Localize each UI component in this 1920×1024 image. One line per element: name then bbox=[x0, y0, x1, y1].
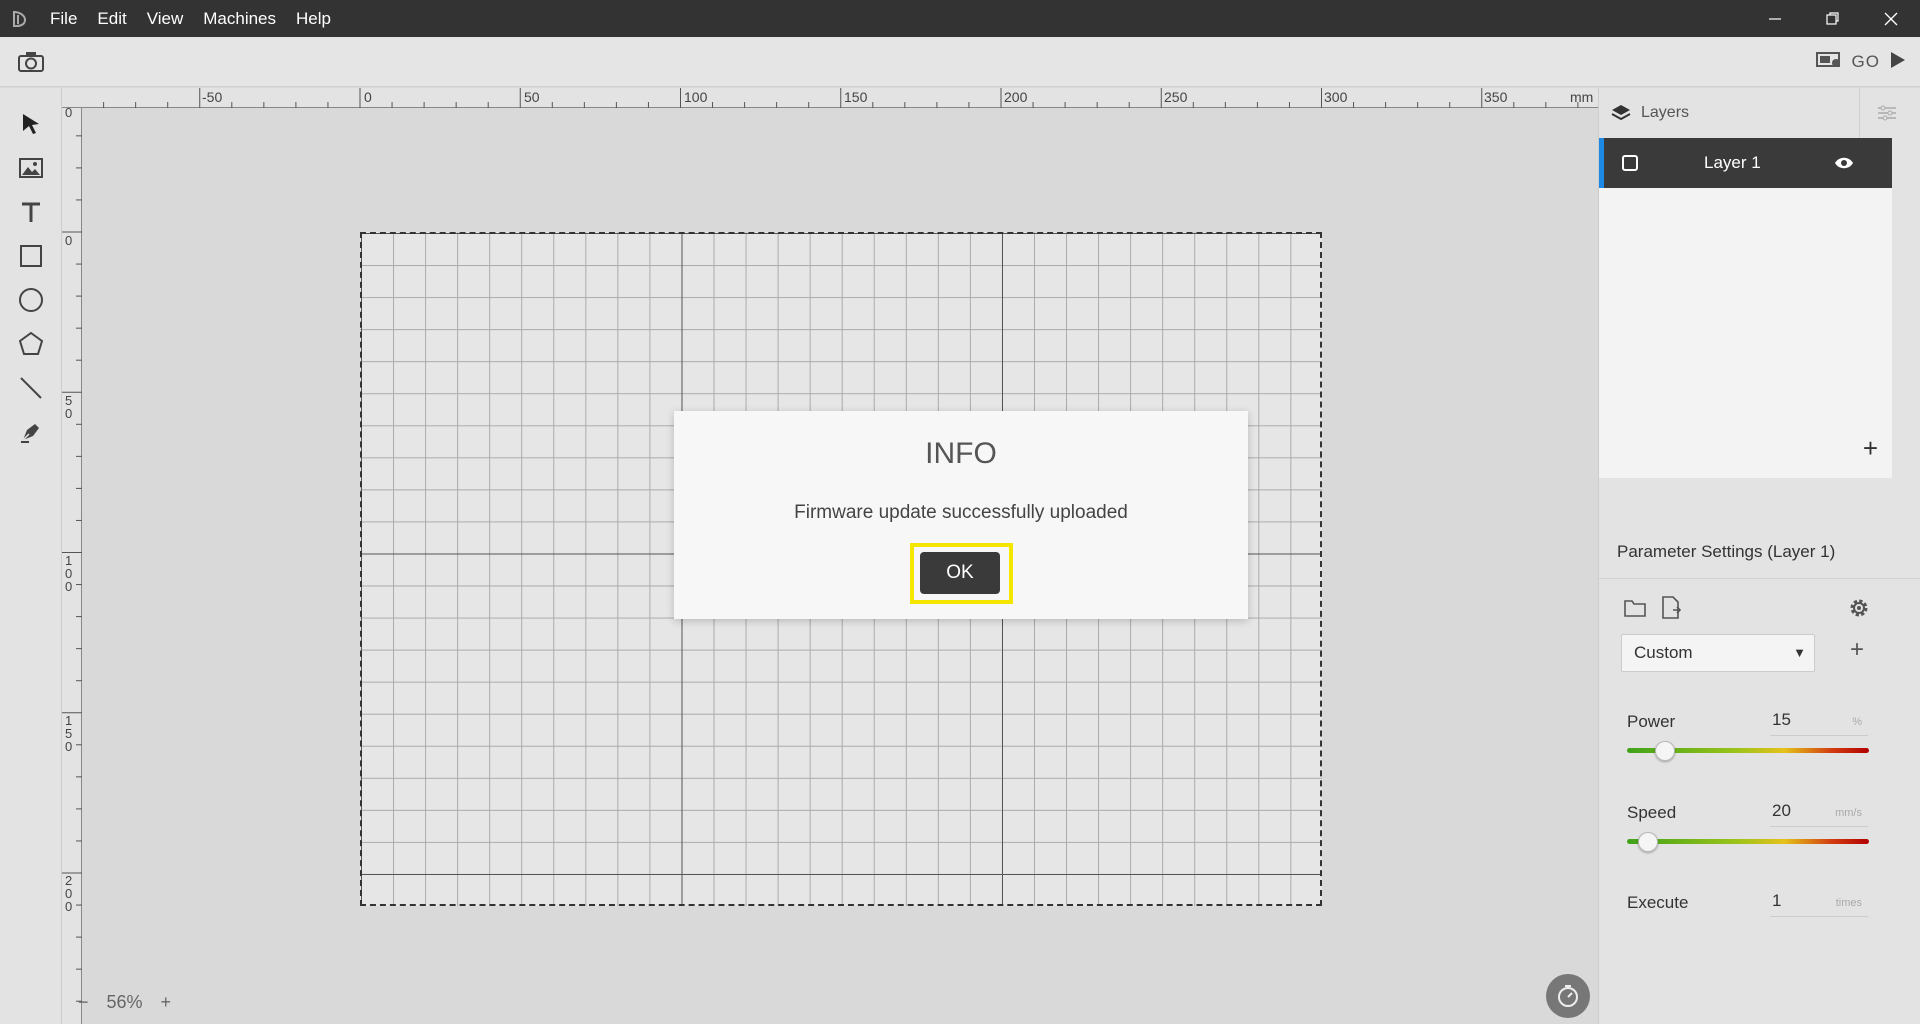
ok-button[interactable]: OK bbox=[920, 552, 1000, 594]
ellipse-icon[interactable] bbox=[13, 282, 49, 318]
add-preset-button[interactable]: + bbox=[1850, 636, 1864, 664]
menu-help[interactable]: Help bbox=[286, 0, 341, 37]
ruler-label: -50 bbox=[202, 89, 223, 105]
preset-value: Custom bbox=[1634, 643, 1693, 662]
add-layer-button[interactable]: + bbox=[1863, 433, 1878, 464]
layers-title: Layers bbox=[1641, 104, 1690, 121]
ruler-label: 350 bbox=[1484, 89, 1508, 105]
camera-icon[interactable] bbox=[16, 49, 46, 75]
execute-input[interactable]: 1 times bbox=[1770, 891, 1868, 917]
polygon-icon[interactable] bbox=[13, 326, 49, 362]
line-icon[interactable] bbox=[13, 370, 49, 406]
ruler-unit: mm bbox=[1570, 89, 1594, 105]
ruler-label: 100 bbox=[684, 89, 708, 105]
menu-machines[interactable]: Machines bbox=[193, 0, 286, 37]
info-dialog: INFO Firmware update successfully upload… bbox=[674, 411, 1248, 619]
horizontal-ruler-ticks bbox=[103, 88, 1579, 108]
play-icon[interactable] bbox=[1890, 51, 1906, 74]
go-controls: GO bbox=[1815, 49, 1906, 75]
power-label: Power bbox=[1627, 712, 1676, 731]
layer-name: Layer 1 bbox=[1704, 153, 1761, 172]
menu-view[interactable]: View bbox=[137, 0, 194, 37]
rectangle-icon[interactable] bbox=[13, 238, 49, 274]
power-value: 15 bbox=[1772, 710, 1791, 729]
right-panel: Layers Layer 1 + Parameter Settings (Lay… bbox=[1598, 88, 1920, 1024]
power-unit: % bbox=[1852, 716, 1862, 728]
power-input[interactable]: 15 % bbox=[1770, 710, 1868, 736]
zoom-in-button[interactable]: + bbox=[161, 992, 172, 1013]
layers-icon bbox=[1611, 104, 1631, 122]
speed-value: 20 bbox=[1772, 801, 1791, 820]
go-button[interactable]: GO bbox=[1852, 52, 1880, 72]
text-icon[interactable] bbox=[13, 194, 49, 230]
cursor-icon[interactable] bbox=[13, 106, 49, 142]
power-slider-thumb[interactable] bbox=[1654, 741, 1675, 761]
speed-label: Speed bbox=[1627, 803, 1677, 822]
layer-checkbox[interactable] bbox=[1622, 155, 1638, 171]
ruler-label: 0 bbox=[65, 105, 73, 120]
folder-icon[interactable] bbox=[1621, 594, 1649, 622]
title-bar: File Edit View Machines Help bbox=[0, 0, 1920, 37]
speed-unit: mm/s bbox=[1835, 807, 1862, 819]
ruler-label: 200 bbox=[1004, 89, 1028, 105]
execute-label: Execute bbox=[1627, 893, 1689, 912]
layers-scroll-rail bbox=[1892, 138, 1920, 528]
restore-icon[interactable] bbox=[1804, 0, 1862, 37]
ruler-label: 0 bbox=[364, 89, 372, 105]
export-file-icon[interactable] bbox=[1657, 594, 1685, 622]
execute-value: 1 bbox=[1772, 891, 1782, 910]
header-divider bbox=[1859, 88, 1860, 138]
ruler-label: 100 bbox=[65, 553, 73, 594]
zoom-control: − 56% + bbox=[78, 992, 171, 1013]
divider bbox=[1599, 578, 1920, 579]
dialog-title: INFO bbox=[925, 437, 997, 470]
execute-unit: times bbox=[1835, 897, 1862, 909]
speed-input[interactable]: 20 mm/s bbox=[1770, 801, 1868, 827]
layer-settings-icon[interactable] bbox=[1877, 104, 1897, 122]
app-logo-icon bbox=[0, 0, 40, 37]
ruler-label: 250 bbox=[1164, 89, 1188, 105]
machine-monitor-icon[interactable] bbox=[1815, 50, 1842, 75]
left-toolbar bbox=[0, 88, 62, 1024]
ruler-label: 50 bbox=[65, 393, 73, 421]
layer-row[interactable]: Layer 1 bbox=[1599, 138, 1892, 188]
window-controls bbox=[1746, 0, 1920, 37]
minimize-icon[interactable] bbox=[1746, 0, 1804, 37]
horizontal-ruler: -50 0 50 100 150 200 250 300 350 mm bbox=[62, 88, 1598, 108]
ruler-label: 150 bbox=[65, 713, 73, 754]
parameter-settings-title: Parameter Settings (Layer 1) bbox=[1617, 542, 1836, 561]
close-icon[interactable] bbox=[1862, 0, 1920, 37]
speed-slider-track[interactable] bbox=[1627, 839, 1869, 844]
dialog-message: Firmware update successfully uploaded bbox=[794, 502, 1128, 523]
layers-header: Layers bbox=[1599, 88, 1920, 138]
pen-icon[interactable] bbox=[13, 414, 49, 450]
menu-file[interactable]: File bbox=[40, 0, 87, 37]
gear-icon[interactable] bbox=[1845, 594, 1873, 622]
layers-list: + bbox=[1599, 188, 1892, 478]
zoom-out-button[interactable]: − bbox=[78, 992, 89, 1013]
ruler-label: 50 bbox=[524, 89, 540, 105]
ruler-label: 150 bbox=[844, 89, 868, 105]
stopwatch-icon[interactable] bbox=[1546, 974, 1590, 1018]
speed-slider-thumb[interactable] bbox=[1637, 832, 1658, 852]
caret-down-icon: ▼ bbox=[1793, 645, 1806, 660]
zoom-level: 56% bbox=[106, 992, 143, 1012]
ruler-label: 0 bbox=[65, 233, 73, 248]
vertical-ruler: 0 0 50 100 150 200 bbox=[62, 105, 82, 1024]
top-toolbar: GO bbox=[0, 37, 1920, 87]
parameter-settings: Parameter Settings (Layer 1) Custom ▼ + … bbox=[1599, 528, 1920, 1024]
menu-edit[interactable]: Edit bbox=[87, 0, 136, 37]
preset-select[interactable]: Custom ▼ bbox=[1621, 634, 1815, 672]
image-icon[interactable] bbox=[13, 150, 49, 186]
eye-icon[interactable] bbox=[1834, 155, 1854, 171]
ruler-label: 200 bbox=[65, 873, 73, 914]
ruler-label: 300 bbox=[1324, 89, 1348, 105]
